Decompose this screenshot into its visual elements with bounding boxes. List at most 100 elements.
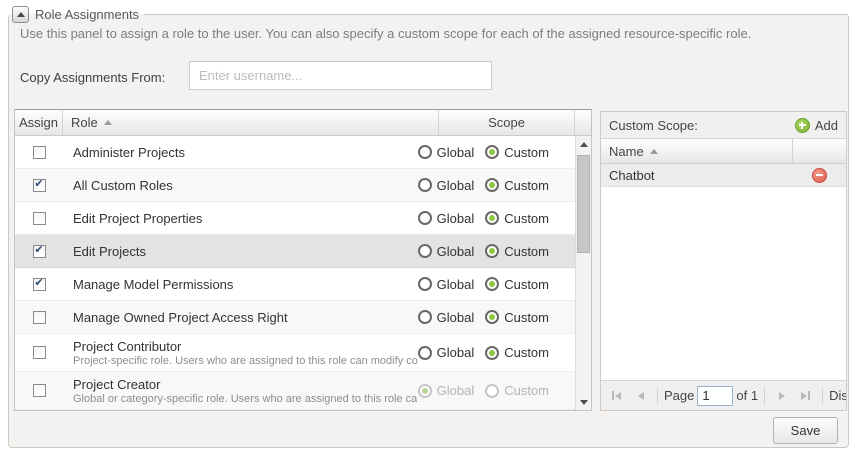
column-header-name[interactable]: Name xyxy=(601,144,792,159)
scope-items-list: Chatbot xyxy=(601,164,846,380)
scope-cell: GlobalCustom xyxy=(418,244,591,259)
roles-table-body: Administer ProjectsGlobalCustomAll Custo… xyxy=(15,136,591,410)
scope-custom-radio[interactable] xyxy=(485,310,499,324)
role-row[interactable]: Manage Model PermissionsGlobalCustom xyxy=(15,268,591,301)
role-cell: Manage Model Permissions xyxy=(63,277,418,292)
add-scope-button[interactable]: Add xyxy=(795,118,838,133)
role-cell: Project ContributorProject-specific role… xyxy=(63,339,418,367)
assign-cell xyxy=(15,384,63,397)
scope-custom-radio[interactable] xyxy=(485,384,499,398)
scope-table-header: Name xyxy=(601,139,846,164)
assign-checkbox[interactable] xyxy=(33,346,46,359)
scope-custom-radio[interactable] xyxy=(485,145,499,159)
role-name: Project Contributor xyxy=(73,339,418,354)
custom-scope-title: Custom Scope: xyxy=(609,118,795,133)
scope-cell: Global Custom xyxy=(418,383,591,398)
role-row[interactable]: Edit ProjectsGlobalCustom xyxy=(15,235,591,268)
sort-asc-icon xyxy=(104,120,112,125)
save-button[interactable]: Save xyxy=(773,417,838,444)
roles-table-header: Assign Role Scope xyxy=(15,110,591,136)
page: { "panel": { "title": "Role Assignments"… xyxy=(0,0,858,457)
scope-global-label: Global xyxy=(437,345,475,360)
vertical-scrollbar[interactable] xyxy=(575,136,591,410)
scope-item-name: Chatbot xyxy=(601,168,792,183)
panel-legend: Role Assignments xyxy=(12,5,848,23)
collapse-panel-button[interactable] xyxy=(12,6,29,23)
assign-checkbox[interactable] xyxy=(33,384,46,397)
assign-checkbox[interactable] xyxy=(33,179,46,192)
assign-checkbox[interactable] xyxy=(33,311,46,324)
page-of-label: of 1 xyxy=(736,388,758,403)
role-row[interactable]: Administer ProjectsGlobalCustom xyxy=(15,136,591,169)
remove-scope-button[interactable] xyxy=(812,168,827,183)
scope-custom-radio[interactable] xyxy=(485,244,499,258)
copy-assignments-input[interactable] xyxy=(189,61,492,90)
role-row[interactable]: Manage Owned Project Access RightGlobalC… xyxy=(15,301,591,334)
scope-custom-radio[interactable] xyxy=(485,178,499,192)
column-header-role[interactable]: Role xyxy=(63,110,438,135)
assign-checkbox[interactable] xyxy=(33,278,46,291)
role-name: Manage Owned Project Access Right xyxy=(73,310,418,325)
panel-description: Use this panel to assign a role to the u… xyxy=(20,26,834,41)
scope-custom-radio[interactable] xyxy=(485,346,499,360)
assign-cell xyxy=(15,146,63,159)
pager-separator xyxy=(657,388,658,404)
role-row[interactable]: All Custom RolesGlobalCustom xyxy=(15,169,591,202)
scope-item-row[interactable]: Chatbot xyxy=(601,164,846,187)
copy-assignments-label: Copy Assignments From: xyxy=(20,70,165,85)
scope-global-radio[interactable] xyxy=(418,384,432,398)
scope-cell: GlobalCustom xyxy=(418,345,591,360)
scroll-up-button[interactable] xyxy=(576,136,591,152)
scope-global-radio[interactable] xyxy=(418,178,432,192)
scope-cell: GlobalCustom xyxy=(418,211,591,226)
assign-checkbox[interactable] xyxy=(33,245,46,258)
scope-global-radio[interactable] xyxy=(418,310,432,324)
scope-custom-label: Custom xyxy=(504,211,549,226)
legend-divider xyxy=(144,14,848,15)
role-row[interactable]: Edit Project PropertiesGlobalCustom xyxy=(15,202,591,235)
scope-cell: GlobalCustom xyxy=(418,145,591,160)
scope-cell: GlobalCustom xyxy=(418,178,591,193)
custom-scope-titlebar: Custom Scope: Add xyxy=(601,112,846,139)
scope-global-label: Global xyxy=(437,244,475,259)
scope-global-radio[interactable] xyxy=(418,145,432,159)
page-number-input[interactable] xyxy=(697,386,733,406)
first-page-arrow-icon xyxy=(615,392,621,400)
scope-global-label: Global xyxy=(437,310,475,325)
scope-custom-radio[interactable] xyxy=(485,211,499,225)
pager-separator xyxy=(822,388,823,404)
panel-title: Role Assignments xyxy=(29,7,144,22)
assign-cell xyxy=(15,179,63,192)
scope-global-radio[interactable] xyxy=(418,346,432,360)
first-page-icon xyxy=(612,391,614,400)
scope-global-radio[interactable] xyxy=(418,244,432,258)
role-name: Edit Project Properties xyxy=(73,211,418,226)
previous-page-button[interactable] xyxy=(630,386,651,406)
role-cell: Manage Owned Project Access Right xyxy=(63,310,418,325)
scope-global-radio[interactable] xyxy=(418,211,432,225)
name-header-label: Name xyxy=(609,144,644,159)
next-page-button[interactable] xyxy=(771,386,792,406)
first-page-button[interactable] xyxy=(606,386,627,406)
scope-global-label: Global xyxy=(437,277,475,292)
scroll-down-button[interactable] xyxy=(576,394,591,410)
last-page-icon xyxy=(808,391,810,400)
custom-scope-panel: Custom Scope: Add Name Chatbot Page xyxy=(600,111,847,411)
last-page-button[interactable] xyxy=(795,386,816,406)
assign-checkbox[interactable] xyxy=(33,146,46,159)
role-description: Project-specific role. Users who are ass… xyxy=(73,355,418,367)
role-row[interactable]: Project CreatorGlobal or category-specif… xyxy=(15,372,591,410)
column-header-scope[interactable]: Scope xyxy=(438,110,574,135)
assign-cell xyxy=(15,278,63,291)
scope-custom-radio[interactable] xyxy=(485,277,499,291)
scope-global-radio[interactable] xyxy=(418,277,432,291)
scope-global-label: Global xyxy=(437,383,475,398)
role-cell: All Custom Roles xyxy=(63,178,418,193)
scrollbar-thumb[interactable] xyxy=(577,155,590,253)
column-header-assign[interactable]: Assign xyxy=(15,110,63,135)
scope-custom-label: Custom xyxy=(504,383,549,398)
assign-checkbox[interactable] xyxy=(33,212,46,225)
display-label: Displa xyxy=(829,388,846,403)
role-row[interactable]: Project ContributorProject-specific role… xyxy=(15,334,591,372)
collapse-up-icon xyxy=(17,12,25,17)
